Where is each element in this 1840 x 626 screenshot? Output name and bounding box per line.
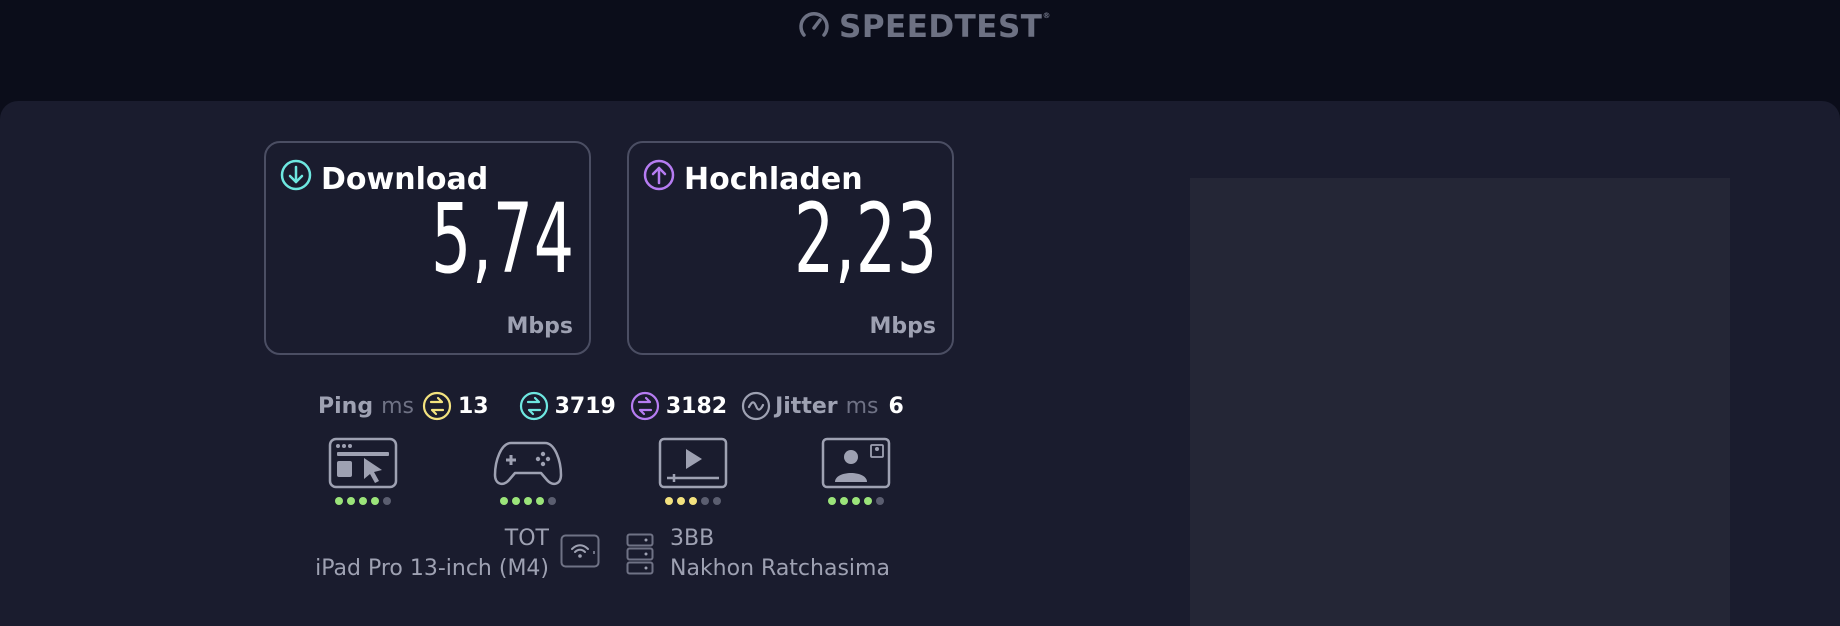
gaming-icon: [493, 441, 563, 486]
video-call-rating: [821, 497, 891, 505]
download-latency-value: 3719: [554, 393, 616, 419]
rating-dot: [828, 497, 836, 505]
upload-latency-icon: [630, 391, 660, 421]
arrow-down-circle-icon: [280, 159, 312, 199]
download-value: 5,74: [431, 183, 575, 295]
rating-dot: [701, 497, 709, 505]
rating-dot: [876, 497, 884, 505]
upload-unit: Mbps: [869, 314, 936, 339]
rating-dot: [665, 497, 673, 505]
device-name: iPad Pro 13-inch (M4): [315, 556, 549, 581]
rating-dot: [500, 497, 508, 505]
download-latency-icon: [519, 391, 549, 421]
idle-latency-icon: [422, 391, 452, 421]
jitter-value: 6: [888, 393, 904, 419]
use-case-browsing: [328, 437, 398, 505]
upload-latency-value: 3182: [665, 393, 728, 419]
rating-dot: [383, 497, 391, 505]
speedtest-logo[interactable]: SPEEDTEST®: [797, 8, 1051, 46]
server-name: 3BB: [670, 526, 715, 551]
provider-name: TOT: [504, 526, 549, 551]
idle-ping-value: 13: [457, 393, 489, 419]
jitter-unit: ms: [845, 393, 879, 419]
rating-dot: [689, 497, 697, 505]
upload-card: Hochladen 2,23 Mbps: [627, 141, 954, 355]
jitter-label: Jitter: [775, 393, 838, 419]
rating-dot: [347, 497, 355, 505]
client-info: TOT iPad Pro 13-inch (M4): [315, 524, 549, 584]
ping-label: Ping: [318, 393, 374, 419]
jitter-icon: [741, 391, 771, 421]
use-case-gaming: [493, 437, 563, 505]
arrow-up-circle-icon: [643, 159, 675, 199]
rating-dot: [677, 497, 685, 505]
server-location: Nakhon Ratchasima: [670, 556, 890, 581]
use-case-video-call: [821, 437, 891, 505]
rating-dot: [864, 497, 872, 505]
rating-dot: [852, 497, 860, 505]
brand-name: SPEEDTEST®: [839, 9, 1051, 45]
rating-dot: [536, 497, 544, 505]
server-icon[interactable]: [626, 533, 654, 579]
brand-name-text: SPEEDTEST: [839, 9, 1043, 45]
streaming-icon: [658, 437, 728, 489]
gaming-rating: [493, 497, 563, 505]
ad-placeholder: [1190, 178, 1730, 626]
download-card: Download 5,74 Mbps: [264, 141, 591, 355]
rating-dot: [359, 497, 367, 505]
upload-value: 2,23: [794, 183, 938, 295]
streaming-rating: [658, 497, 728, 505]
browsing-icon: [328, 437, 398, 489]
server-info[interactable]: 3BB Nakhon Ratchasima: [670, 524, 890, 584]
latency-metrics: Ping ms 13 3719 3182 Jitter ms 6: [318, 391, 904, 421]
rating-dot: [548, 497, 556, 505]
speedometer-icon: [797, 8, 831, 46]
download-unit: Mbps: [506, 314, 573, 339]
rating-dot: [512, 497, 520, 505]
use-case-streaming: [658, 437, 728, 505]
video-call-icon: [821, 437, 891, 489]
header-bar: SPEEDTEST®: [0, 0, 1840, 100]
rating-dot: [840, 497, 848, 505]
wifi-icon: [560, 534, 600, 572]
trademark-mark: ®: [1042, 11, 1051, 20]
rating-dot: [371, 497, 379, 505]
rating-dot: [335, 497, 343, 505]
rating-dot: [713, 497, 721, 505]
browsing-rating: [328, 497, 398, 505]
ping-unit: ms: [381, 393, 414, 419]
rating-dot: [524, 497, 532, 505]
